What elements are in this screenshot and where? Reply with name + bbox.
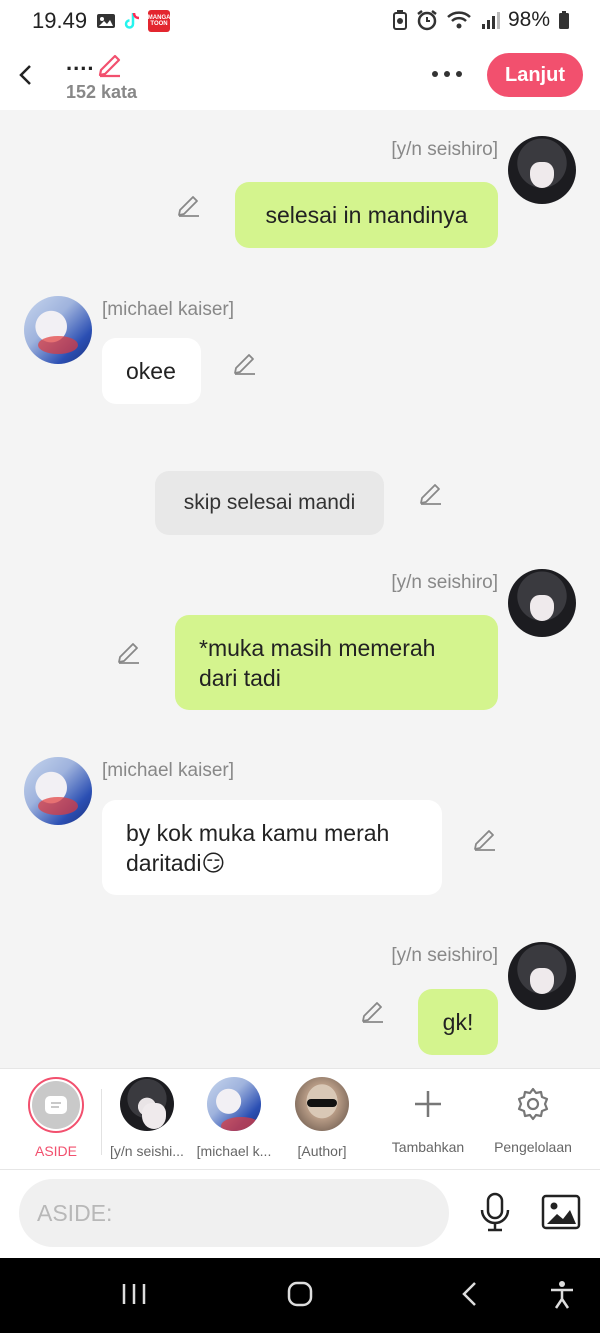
avatar-yn-seishiro[interactable] xyxy=(508,942,576,1010)
speaker-name: [michael kaiser] xyxy=(102,299,234,320)
manage-label: Pengelolaan xyxy=(494,1139,572,1155)
accessibility-icon[interactable] xyxy=(548,1280,576,1310)
edit-title-icon[interactable] xyxy=(96,50,124,78)
speaker-name: [y/n seishiro] xyxy=(391,572,498,593)
speaker-name: [y/n seishiro] xyxy=(391,139,498,160)
avatar-author xyxy=(295,1077,349,1131)
system-nav-bar xyxy=(0,1258,600,1333)
character-label: ASIDE xyxy=(34,1143,77,1159)
message-bubble[interactable]: okee xyxy=(102,338,201,404)
avatar-michael-kaiser xyxy=(207,1077,261,1131)
avatar-michael-kaiser[interactable] xyxy=(24,757,92,825)
avatar-michael-kaiser[interactable] xyxy=(24,296,92,364)
status-bar: 19.49 MANGA TOON 98% xyxy=(0,0,600,44)
chat-area[interactable]: [y/n seishiro] selesai in mandinya [mich… xyxy=(0,110,600,1068)
character-michael-kaiser[interactable]: [michael k... xyxy=(189,1077,279,1159)
manage-characters-button[interactable]: Pengelolaan xyxy=(488,1077,578,1155)
avatar-yn-seishiro xyxy=(120,1077,174,1131)
add-character-button[interactable]: Tambahkan xyxy=(383,1077,473,1155)
editor-header: .... 152 kata Lanjut xyxy=(0,44,600,110)
back-nav-icon[interactable] xyxy=(458,1280,482,1308)
alarm-icon xyxy=(417,10,437,31)
character-label: [y/n seishi... xyxy=(110,1143,184,1159)
image-icon[interactable] xyxy=(541,1194,581,1230)
story-title[interactable]: .... xyxy=(66,50,94,76)
signal-icon xyxy=(481,12,500,29)
edit-message-icon[interactable] xyxy=(176,192,202,218)
recycle-icon xyxy=(392,10,407,30)
edit-message-icon[interactable] xyxy=(360,998,386,1024)
notification-icons: MANGA TOON xyxy=(96,10,170,32)
home-icon[interactable] xyxy=(286,1280,314,1308)
character-label: [Author] xyxy=(297,1143,347,1159)
speaker-name: [y/n seishiro] xyxy=(391,945,498,966)
speaker-name: [michael kaiser] xyxy=(102,760,234,781)
character-label: [michael k... xyxy=(196,1143,272,1159)
message-input[interactable] xyxy=(19,1179,449,1247)
recent-apps-icon[interactable] xyxy=(120,1280,148,1308)
character-author[interactable]: [Author] xyxy=(277,1077,367,1159)
battery-percent: 98% xyxy=(507,8,550,31)
back-arrow-icon[interactable] xyxy=(14,60,38,90)
character-aside[interactable]: ASIDE xyxy=(11,1077,101,1159)
wifi-icon xyxy=(447,11,471,29)
input-bar xyxy=(0,1170,600,1258)
message-bubble[interactable]: gk! xyxy=(418,989,498,1055)
avatar-yn-seishiro[interactable] xyxy=(508,569,576,637)
tiktok-icon xyxy=(124,12,140,29)
battery-icon xyxy=(559,11,569,29)
gear-icon xyxy=(506,1077,560,1131)
mangatoon-icon: MANGA TOON xyxy=(148,10,170,32)
add-label: Tambahkan xyxy=(391,1139,465,1155)
microphone-icon[interactable] xyxy=(476,1192,514,1232)
character-yn-seishiro[interactable]: [y/n seishi... xyxy=(102,1077,192,1159)
message-bubble[interactable]: *muka masih memerah dari tadi xyxy=(175,615,498,710)
message-bubble[interactable]: by kok muka kamu merah daritadi😏 xyxy=(102,800,442,895)
edit-message-icon[interactable] xyxy=(418,480,444,506)
aside-bubble[interactable]: skip selesai mandi xyxy=(155,471,384,535)
avatar-yn-seishiro[interactable] xyxy=(508,136,576,204)
edit-message-icon[interactable] xyxy=(116,639,142,665)
status-time: 19.49 xyxy=(32,8,88,33)
aside-icon xyxy=(45,1096,67,1114)
edit-message-icon[interactable] xyxy=(472,826,498,852)
next-button[interactable]: Lanjut xyxy=(487,53,583,97)
gallery-icon xyxy=(97,14,115,28)
plus-icon xyxy=(401,1077,455,1131)
message-bubble[interactable]: selesai in mandinya xyxy=(235,182,498,248)
more-menu-icon[interactable] xyxy=(432,62,466,86)
character-selector: ASIDE [y/n seishi... [michael k... [Auth… xyxy=(0,1068,600,1170)
edit-message-icon[interactable] xyxy=(232,350,258,376)
word-count: 152 kata xyxy=(66,82,138,102)
status-right: 98% xyxy=(392,8,570,32)
